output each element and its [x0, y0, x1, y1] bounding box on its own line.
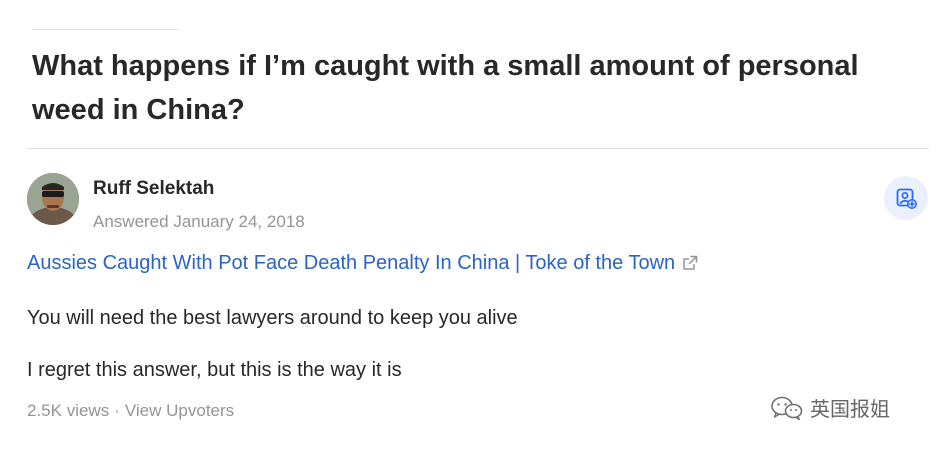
avatar[interactable]	[27, 173, 79, 225]
question-title[interactable]: What happens if I’m caught with a small …	[32, 44, 932, 132]
add-to-space-icon	[896, 188, 917, 209]
watermark-text: 英国报姐	[810, 397, 890, 421]
answer-meta: 2.5K views · View Upvoters	[27, 398, 234, 424]
answer-text-line: You will need the best lawyers around to…	[27, 307, 518, 329]
section-divider	[27, 148, 929, 149]
external-link-icon[interactable]	[681, 254, 699, 272]
source-link-row: Aussies Caught With Pot Face Death Penal…	[27, 249, 699, 277]
source-link[interactable]: Aussies Caught With Pot Face Death Penal…	[27, 249, 675, 277]
view-upvoters-link[interactable]: View Upvoters	[125, 401, 234, 420]
answer-text-line: I regret this answer, but this is the wa…	[27, 359, 402, 381]
answer-date[interactable]: Answered January 24, 2018	[93, 209, 305, 235]
wechat-logo-icon	[771, 396, 803, 420]
meta-separator: ·	[114, 401, 120, 420]
author-name[interactable]: Ruff Selektah	[93, 176, 214, 202]
avatar-photo	[27, 173, 79, 225]
add-to-space-button[interactable]	[884, 176, 928, 220]
watermark: 英国报姐	[770, 393, 890, 422]
view-count: 2.5K views	[27, 401, 110, 420]
top-divider	[32, 29, 180, 30]
